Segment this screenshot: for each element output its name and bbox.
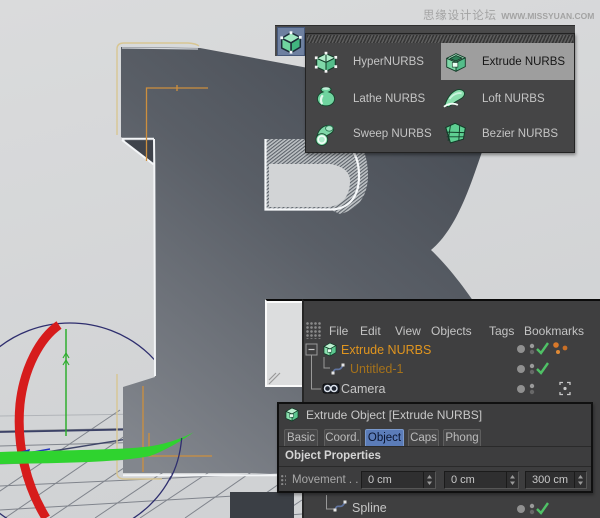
svg-text:Untitled-1: Untitled-1 <box>350 362 404 376</box>
svg-text:Spline: Spline <box>352 501 387 515</box>
svg-text:Camera: Camera <box>341 382 386 396</box>
svg-text:Extrude NURBS: Extrude NURBS <box>341 343 431 357</box>
